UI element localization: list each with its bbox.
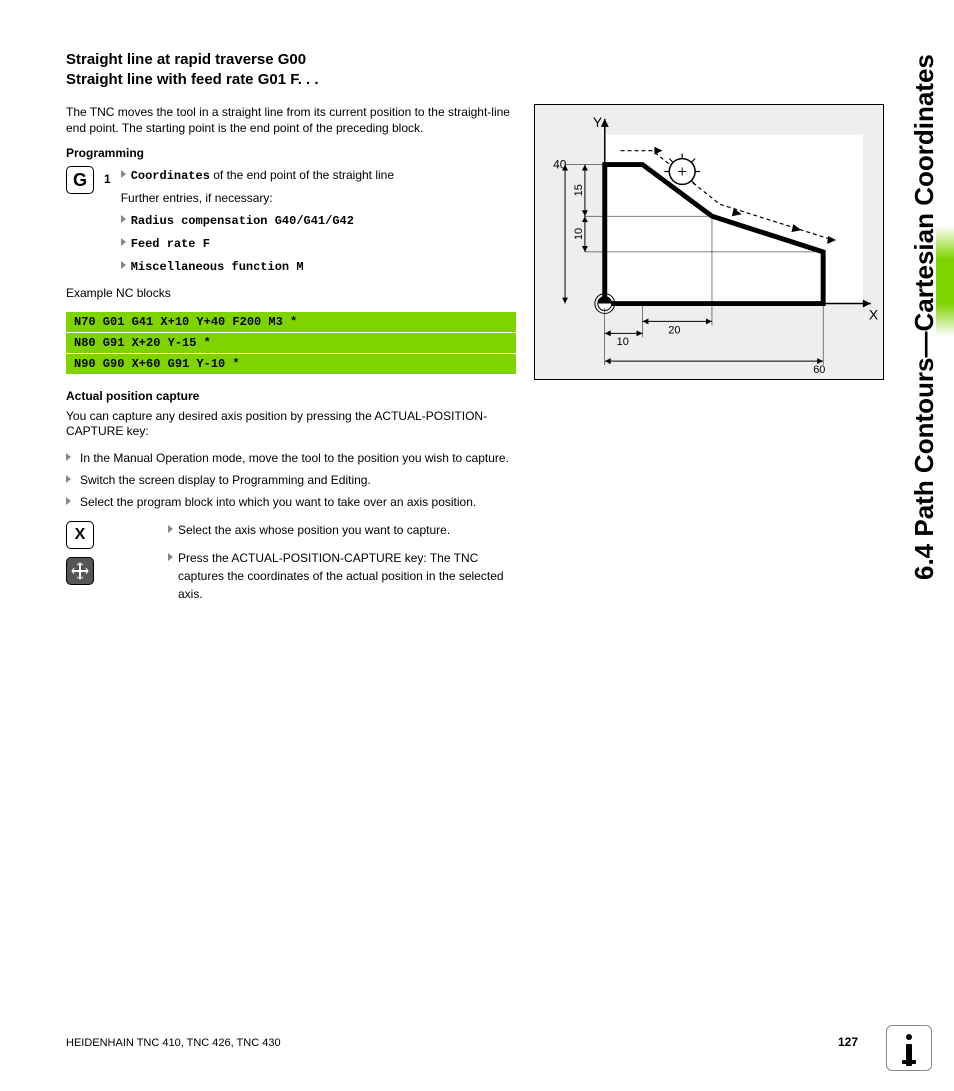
svg-text:20: 20 [668,324,680,336]
svg-text:15: 15 [573,184,585,196]
select-axis-step: Select the axis whose position you want … [168,521,516,539]
prog-radius: Radius compensation G40/G41/G42 [121,211,516,230]
page-number: 127 [838,1035,858,1049]
nc-block: N80 G91 X+20 Y-15 * [66,333,516,354]
prog-coordinates: Coordinates of the end point of the stra… [121,166,516,185]
svg-text:Y: Y [593,114,602,130]
svg-text:10: 10 [573,228,585,240]
capture-steps: In the Manual Operation mode, move the t… [66,450,516,511]
bullet-icon [121,215,126,223]
bullet-icon [121,261,126,269]
nc-block: N70 G01 G41 X+10 Y+40 F200 M3 * [66,312,516,333]
svg-text:10: 10 [617,336,629,348]
nc-block-list: N70 G01 G41 X+10 Y+40 F200 M3 * N80 G91 … [66,312,516,375]
press-capture-step: Press the ACTUAL-POSITION-CAPTURE key: T… [168,549,516,603]
info-icon [886,1025,932,1071]
svg-text:60: 60 [813,364,825,376]
intro-paragraph: The TNC moves the tool in a straight lin… [66,105,516,136]
actual-capture-intro: You can capture any desired axis positio… [66,409,516,440]
list-item: Switch the screen display to Programming… [66,472,516,488]
svg-text:X: X [869,306,878,322]
section-side-label: 6.4 Path Contours—Cartesian Coordinates [909,40,940,580]
example-label: Example NC blocks [66,286,516,302]
bullet-icon [121,170,126,178]
list-item: Select the program block into which you … [66,494,516,510]
footer-text: HEIDENHAIN TNC 410, TNC 426, TNC 430 [66,1037,281,1049]
svg-text:40: 40 [553,158,567,172]
soft-key-x: X [66,521,94,549]
actual-position-capture-key-icon [66,557,94,585]
soft-key-g: G [66,166,94,194]
bullet-icon [121,238,126,246]
list-item: In the Manual Operation mode, move the t… [66,450,516,466]
prog-further: Further entries, if necessary: [121,189,516,207]
prog-feed: Feed rate F [121,234,516,253]
programming-heading: Programming [66,146,516,160]
soft-key-g-number: 1 [104,166,111,186]
page-title: Straight line at rapid traverse G00 Stra… [66,50,516,89]
actual-capture-heading: Actual position capture [66,389,516,403]
path-diagram: Y X [534,104,884,380]
nc-block: N90 G90 X+60 G91 Y-10 * [66,354,516,375]
prog-misc: Miscellaneous function M [121,257,516,276]
